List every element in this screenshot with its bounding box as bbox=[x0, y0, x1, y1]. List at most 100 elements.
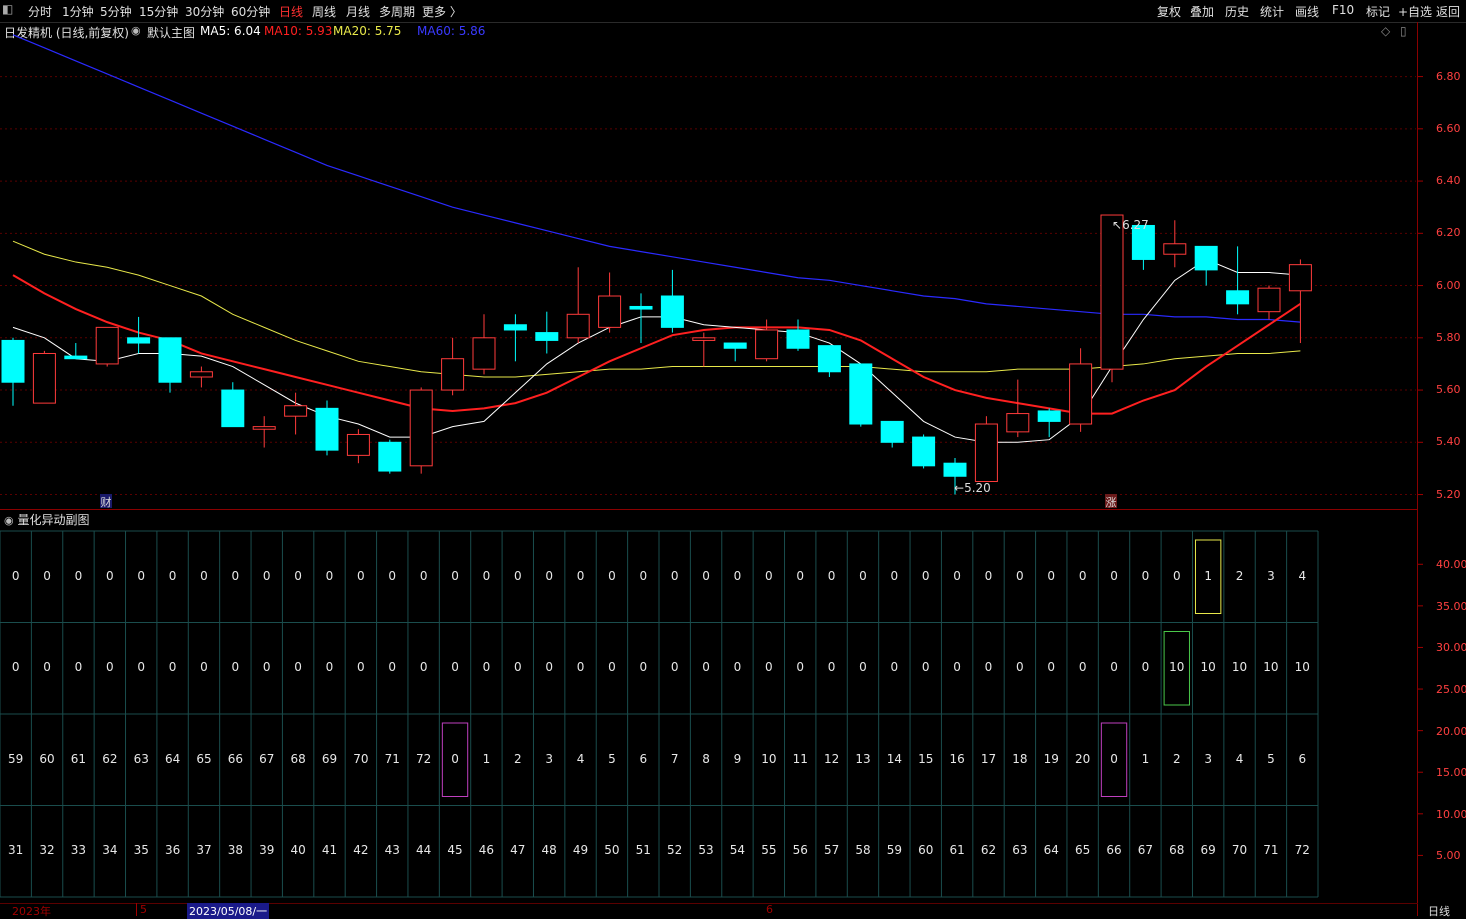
candle-body-up bbox=[1163, 243, 1187, 255]
sub-chart-cell: 0 bbox=[953, 568, 961, 583]
sub-chart-cell: 0 bbox=[168, 568, 177, 583]
candle-body-down bbox=[127, 337, 151, 344]
sub-chart-cell: 0 bbox=[608, 660, 616, 675]
sub-chart-cell: 64 bbox=[1043, 843, 1059, 858]
sub-chart-cell: 0 bbox=[1016, 568, 1024, 583]
sub-chart-cell: 13 bbox=[855, 751, 871, 766]
sub-chart-toggle-icon[interactable]: ◉ bbox=[4, 514, 14, 527]
candle-body-down bbox=[849, 363, 873, 425]
sub-chart-cell: 35 bbox=[133, 843, 149, 858]
main-grid bbox=[0, 76, 1423, 496]
candle-body-down bbox=[315, 407, 339, 451]
sub-chart-cell: 8 bbox=[702, 751, 710, 766]
finance-marker[interactable]: 财 bbox=[100, 494, 112, 509]
sub-chart-cell: 0 bbox=[357, 568, 365, 583]
sub-chart-cell: 4 bbox=[1298, 568, 1307, 583]
sub-chart-cell: 44 bbox=[416, 843, 432, 858]
sub-chart-cell: 68 bbox=[290, 751, 306, 766]
sub-axis-label: 10.00 bbox=[1436, 807, 1466, 821]
candle-body-down bbox=[912, 436, 936, 467]
sub-chart-cell: 0 bbox=[639, 568, 648, 583]
sub-chart-cell: 15 bbox=[918, 751, 934, 766]
sub-chart-cell: 4 bbox=[1235, 751, 1244, 766]
sub-chart-cell: 0 bbox=[670, 660, 679, 675]
sub-chart-cell: 0 bbox=[1016, 660, 1024, 675]
candle-body-up bbox=[974, 423, 998, 482]
sub-chart-cell: 63 bbox=[133, 751, 149, 766]
sub-chart-cell: 1 bbox=[1141, 751, 1150, 766]
sub-chart-cell: 66 bbox=[1106, 843, 1122, 858]
candle-body-down bbox=[660, 295, 684, 328]
sub-chart-cell: 32 bbox=[39, 843, 55, 858]
sub-chart-cell: 0 bbox=[827, 660, 836, 675]
sub-chart-cell: 33 bbox=[70, 843, 87, 858]
sub-chart-cell: 0 bbox=[294, 660, 302, 675]
sub-chart-cell: 10 bbox=[761, 751, 777, 766]
sub-chart-cell: 45 bbox=[447, 843, 463, 858]
sub-chart-cell: 31 bbox=[8, 843, 24, 858]
sub-chart-cell: 9 bbox=[733, 751, 742, 766]
sub-chart-cell: 0 bbox=[137, 568, 146, 583]
sub-chart-cell: 0 bbox=[1110, 568, 1118, 583]
sub-chart-cell: 0 bbox=[200, 660, 208, 675]
sub-chart-cell: 60 bbox=[39, 751, 55, 766]
sub-chart-cell: 39 bbox=[259, 843, 275, 858]
candle-body-up bbox=[284, 405, 308, 417]
sub-chart-cell: 0 bbox=[294, 568, 302, 583]
low-price-label: ←5.20 bbox=[954, 481, 991, 495]
sub-chart-cell: 0 bbox=[106, 660, 114, 675]
sub-chart-cell: 42 bbox=[353, 843, 369, 858]
candle-body-down bbox=[880, 420, 904, 443]
sub-chart-cell: 5 bbox=[1267, 751, 1275, 766]
sub-chart-cell: 2 bbox=[513, 751, 522, 766]
sub-chart-cell: 41 bbox=[321, 843, 338, 858]
sub-chart-cell: 0 bbox=[1110, 751, 1118, 766]
sub-chart-cell: 0 bbox=[953, 660, 961, 675]
kline-chart[interactable] bbox=[0, 0, 1466, 916]
sub-chart-cell: 0 bbox=[890, 660, 899, 675]
sub-chart-cell: 17 bbox=[980, 751, 997, 766]
sub-chart-cell: 0 bbox=[765, 568, 773, 583]
month5-label: 5 bbox=[140, 903, 147, 916]
sub-chart-cell: 1 bbox=[1204, 568, 1212, 583]
sub-chart-cell: 16 bbox=[949, 751, 965, 766]
sub-chart-cell: 0 bbox=[670, 568, 679, 583]
candle-body-down bbox=[64, 355, 88, 360]
sub-chart-cell: 0 bbox=[859, 660, 867, 675]
candle-body-up bbox=[598, 295, 622, 328]
sub-chart-cell: 0 bbox=[106, 568, 114, 583]
sub-chart-cell: 0 bbox=[11, 660, 20, 675]
sub-chart-cell: 67 bbox=[1137, 843, 1154, 858]
sub-chart-cell: 0 bbox=[451, 660, 459, 675]
sub-chart-cell: 0 bbox=[513, 660, 522, 675]
sub-chart-cell: 43 bbox=[384, 843, 400, 858]
sub-chart-cell: 0 bbox=[921, 568, 930, 583]
sub-axis-label: 35.00 bbox=[1436, 599, 1466, 613]
sub-chart-cell: 61 bbox=[70, 751, 87, 766]
sub-chart-cell: 0 bbox=[43, 660, 51, 675]
price-axis-label: 6.00 bbox=[1436, 278, 1461, 292]
sub-chart-cell: 48 bbox=[541, 843, 557, 858]
sub-chart-cell: 0 bbox=[482, 660, 491, 675]
sub-chart-cell: 3 bbox=[545, 751, 553, 766]
rise-marker[interactable]: 涨 bbox=[1105, 494, 1117, 509]
candle-body-down bbox=[378, 441, 402, 472]
sub-chart-cell: 59 bbox=[8, 751, 24, 766]
sub-chart-cell: 0 bbox=[984, 568, 993, 583]
sub-chart-cell: 40 bbox=[290, 843, 306, 858]
sub-chart-cell: 6 bbox=[1298, 751, 1307, 766]
price-axis-label: 6.20 bbox=[1436, 226, 1461, 240]
sub-chart-cell: 14 bbox=[886, 751, 902, 766]
sub-chart-cell: 0 bbox=[921, 660, 930, 675]
sub-chart-cell: 3 bbox=[1204, 751, 1212, 766]
candle-body-up bbox=[32, 352, 56, 404]
sub-chart-cell: 0 bbox=[325, 568, 334, 583]
sub-chart-cell: 56 bbox=[792, 843, 808, 858]
date-axis: 2023年 5 2023/05/08/一 6 日线 bbox=[0, 903, 1466, 919]
sub-chart-cell: 0 bbox=[639, 660, 648, 675]
sub-chart-cell: 10 bbox=[1231, 660, 1248, 675]
sub-chart-cell: 61 bbox=[949, 843, 965, 858]
sub-axis-label: 15.00 bbox=[1436, 766, 1466, 780]
sub-axis-label: 5.00 bbox=[1436, 849, 1461, 863]
sub-grid bbox=[0, 530, 1423, 898]
